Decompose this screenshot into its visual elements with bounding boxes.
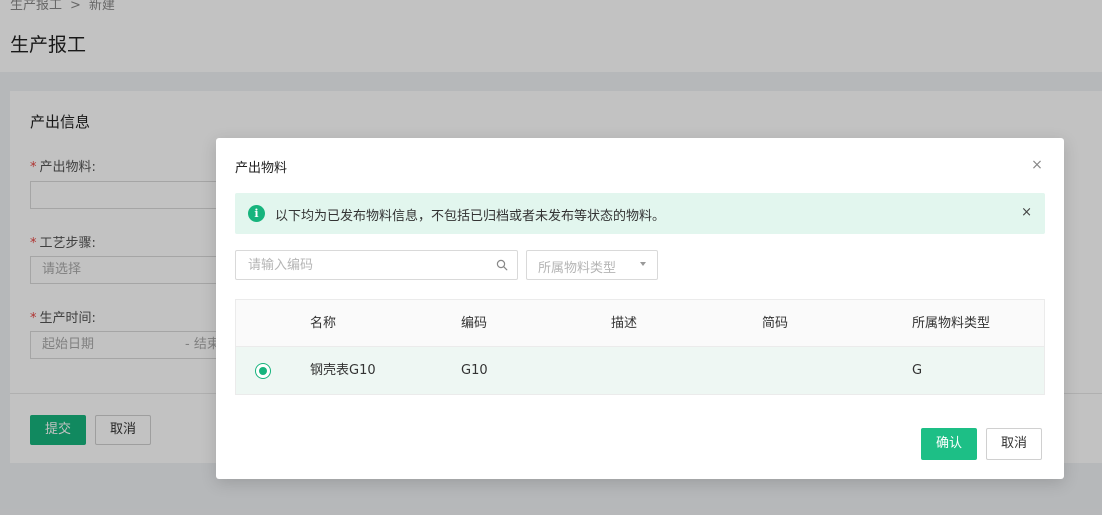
chevron-down-icon (640, 262, 646, 266)
radio-dot (259, 367, 267, 375)
material-type-placeholder: 所属物料类型 (538, 261, 617, 276)
table-header: 名称 编码 描述 简码 所属物料类型 (236, 300, 1044, 347)
column-header-description: 描述 (611, 316, 638, 331)
search-box (235, 250, 518, 280)
cell-material-type: G (912, 363, 923, 378)
material-table: 名称 编码 描述 简码 所属物料类型 钢壳表G10 G10 G (235, 299, 1045, 395)
search-input[interactable] (236, 251, 486, 279)
column-header-code: 编码 (461, 316, 488, 331)
cell-code: G10 (461, 363, 488, 378)
info-icon: i (248, 205, 265, 222)
column-header-material-type: 所属物料类型 (912, 316, 991, 331)
row-radio-selected[interactable] (255, 363, 271, 379)
confirm-button[interactable]: 确认 (921, 428, 978, 460)
column-header-name: 名称 (310, 316, 337, 331)
column-header-short-code: 简码 (762, 316, 789, 331)
search-icon[interactable] (496, 259, 508, 271)
material-type-select[interactable]: 所属物料类型 (526, 250, 658, 280)
close-icon[interactable]: × (1030, 158, 1044, 172)
table-row[interactable]: 钢壳表G10 G10 G (236, 347, 1044, 394)
alert-text: 以下均为已发布物料信息，不包括已归档或者未发布等状态的物料。 (275, 209, 666, 224)
alert-close-icon[interactable]: × (1021, 205, 1032, 220)
cell-name: 钢壳表G10 (310, 363, 376, 378)
dialog-title: 产出物料 (235, 161, 288, 176)
dialog-cancel-button[interactable]: 取消 (986, 428, 1043, 460)
info-alert: i 以下均为已发布物料信息，不包括已归档或者未发布等状态的物料。 × (235, 193, 1045, 234)
output-material-dialog: 产出物料 × i 以下均为已发布物料信息，不包括已归档或者未发布等状态的物料。 … (216, 138, 1064, 479)
